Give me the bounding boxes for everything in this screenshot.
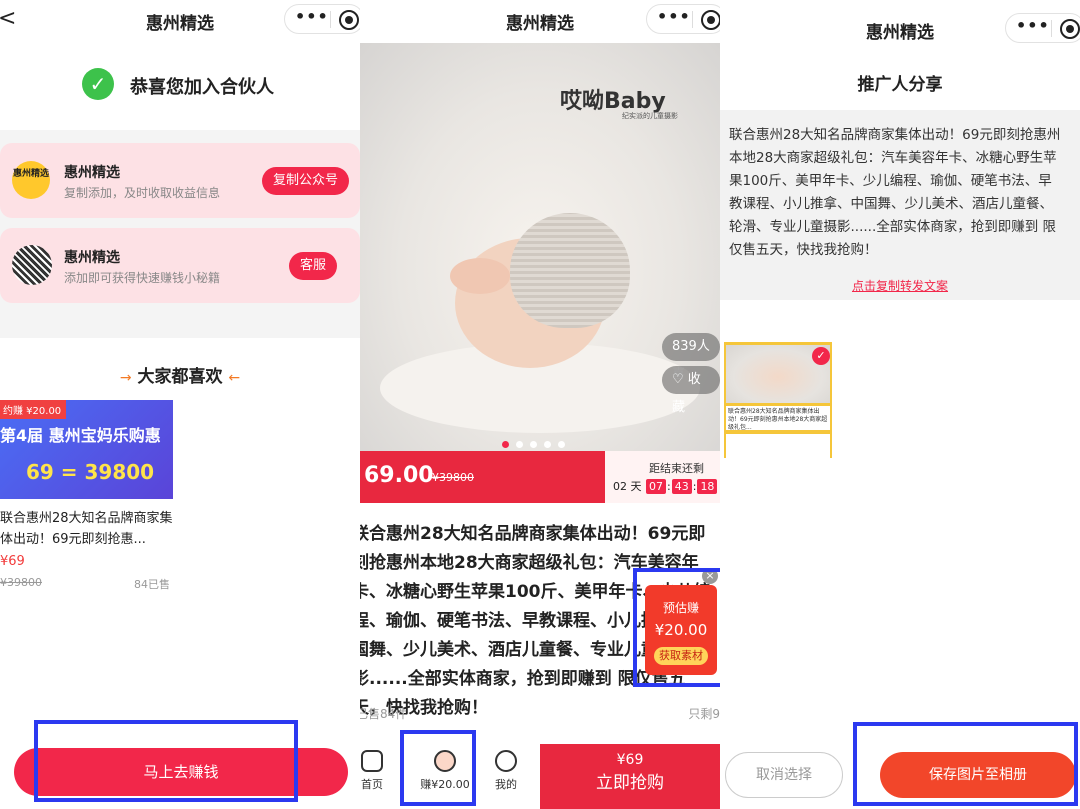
buy-now-button[interactable]: ¥69 立即抢购	[540, 744, 720, 809]
banner-price: 69 = 39800	[26, 460, 155, 484]
product-detail-screen: 惠州精选 ••• 哎呦Baby 纪实派的儿童摄影 839人喜 ♡ 收藏 69.0…	[360, 0, 720, 809]
success-banner: ✓ 恭喜您加入合伙人	[0, 40, 360, 130]
carousel-dot[interactable]	[544, 441, 551, 448]
earnings-title: 预估赚	[662, 601, 699, 615]
original-price: ¥39800	[0, 576, 42, 589]
share-copy-text: 联合惠州28大知名品牌商家集体出动！69元即刻抢惠州本地28大商家超级礼包：汽车…	[729, 127, 1061, 258]
section-title-text: 大家都喜欢	[137, 367, 223, 387]
more-icon[interactable]: •••	[1016, 16, 1050, 35]
tab-label: 我的	[495, 778, 517, 791]
thumbnail-card	[726, 434, 830, 458]
home-icon	[361, 750, 383, 772]
product-image[interactable]: 约赚 ¥20.00 第4届 惠州宝妈乐购惠 69 = 39800	[0, 400, 173, 499]
close-miniprogram-icon[interactable]	[339, 10, 359, 30]
divider	[330, 11, 331, 28]
share-title: 推广人分享	[857, 75, 943, 95]
tab-home[interactable]: 首页	[360, 750, 390, 792]
success-text: 恭喜您加入合伙人	[130, 77, 274, 98]
customer-service-button[interactable]: 客服	[289, 252, 338, 280]
more-icon[interactable]: •••	[657, 7, 691, 26]
check-icon: ✓	[82, 68, 114, 100]
divider	[1051, 20, 1052, 37]
qr-code-icon	[12, 245, 52, 285]
product-name[interactable]: 联合惠州28大知名品牌商家集体出动！69元即刻抢惠...	[0, 508, 175, 550]
buy-label: 立即抢购	[596, 773, 664, 793]
carousel-indicator[interactable]	[502, 433, 572, 452]
tab-earn[interactable]: 赚¥20.00	[412, 750, 478, 792]
card-title: 惠州精选	[64, 165, 120, 181]
carousel-dot[interactable]	[530, 441, 537, 448]
carousel-dot[interactable]	[502, 441, 509, 448]
tab-label: 赚¥20.00	[420, 778, 470, 791]
card-subtitle: 复制添加，及时收取收益信息	[64, 186, 221, 200]
arrow-left-icon: ←	[228, 370, 241, 386]
miniprogram-capsule: •••	[284, 4, 360, 34]
piggy-bank-icon	[434, 750, 456, 772]
header: 惠州精选 •••	[360, 0, 720, 40]
divider	[692, 11, 693, 28]
collect-button[interactable]: ♡ 收藏	[662, 366, 720, 415]
original-price: ¥39800	[432, 471, 474, 484]
earn-tag: 约赚 ¥20.00	[0, 400, 67, 419]
countdown: 距结束还剩 02 天 07:43:18	[605, 451, 720, 503]
views-count: 839人喜	[662, 333, 720, 382]
earnings-value: ¥20.00	[654, 621, 708, 639]
share-image-thumbnail[interactable]: 联合惠州28大知名品牌商家集体出动！69元即刻抢惠州本地28大商家超级礼包...…	[724, 342, 832, 458]
tab-label: 首页	[361, 778, 383, 791]
close-miniprogram-icon[interactable]	[1060, 19, 1080, 39]
header: < 惠州精选 •••	[0, 0, 360, 40]
photo-hat	[510, 213, 630, 328]
start-earning-button[interactable]: 马上去赚钱	[14, 748, 348, 796]
carousel-dot[interactable]	[516, 441, 523, 448]
countdown-seconds: 18	[697, 479, 718, 494]
miniprogram-capsule: •••	[1005, 13, 1080, 43]
share-copy-box: 联合惠州28大知名品牌商家集体出动！69元即刻抢惠州本地28大商家超级礼包：汽车…	[720, 110, 1080, 300]
partner-success-screen: < 惠州精选 ••• ✓ 恭喜您加入合伙人 惠州精选 惠州精选 复制添加，及时收…	[0, 0, 360, 809]
brand-logo: 惠州精选	[12, 161, 50, 199]
share-screen: 惠州精选 ••• 推广人分享 联合惠州28大知名品牌商家集体出动！69元即刻抢惠…	[720, 0, 1080, 809]
card-title: 惠州精选	[64, 250, 120, 266]
countdown-hours: 07	[646, 479, 666, 494]
tab-mine[interactable]: 我的	[490, 750, 522, 792]
sale-price: 69.00	[364, 463, 434, 488]
check-icon[interactable]: ✓	[812, 347, 830, 365]
official-account-card: 惠州精选 惠州精选 复制添加，及时收取收益信息 复制公众号	[0, 143, 360, 218]
price-bar: 69.00 ¥39800	[360, 451, 605, 503]
more-icon[interactable]: •••	[295, 7, 329, 26]
product-photo[interactable]: 哎呦Baby 纪实派的儿童摄影 839人喜 ♡ 收藏	[360, 43, 720, 451]
copy-account-button[interactable]: 复制公众号	[262, 167, 350, 195]
sold-count: 84已售	[134, 578, 170, 591]
countdown-label: 距结束还剩	[649, 462, 704, 475]
get-material-button[interactable]: 获取素材	[654, 647, 708, 665]
cancel-selection-button[interactable]: 取消选择	[725, 752, 843, 798]
countdown-minutes: 43	[671, 479, 692, 494]
user-icon	[495, 750, 517, 772]
countdown-day-unit: 天	[630, 480, 642, 493]
header: 惠州精选 •••	[720, 0, 1080, 50]
countdown-timer: 02 天 07:43:18	[613, 478, 718, 494]
card-subtitle: 添加即可获得快速赚钱小秘籍	[64, 271, 221, 285]
section-title: → 大家都喜欢 ←	[0, 362, 360, 387]
watermark-subtitle: 纪实派的儿童摄影	[622, 112, 678, 120]
carousel-dot[interactable]	[558, 441, 565, 448]
close-icon[interactable]: ×	[702, 568, 718, 584]
product-price: ¥69	[0, 554, 25, 569]
save-to-album-button[interactable]: 保存图片至相册	[880, 752, 1076, 798]
sold-count: 已售84件	[360, 707, 408, 721]
favorites-section: → 大家都喜欢 ← 约赚 ¥20.00 第4届 惠州宝妈乐购惠 69 = 398…	[0, 338, 360, 809]
customer-service-card: 惠州精选 添加即可获得快速赚钱小秘籍 客服	[0, 228, 360, 303]
miniprogram-capsule: •••	[646, 4, 720, 34]
close-miniprogram-icon[interactable]	[701, 10, 720, 30]
arrow-right-icon: →	[119, 370, 132, 386]
photo-hand	[450, 258, 510, 294]
copy-text-link[interactable]: 点击复制转发文案	[720, 277, 1080, 294]
remaining-count: 只剩9	[688, 707, 720, 721]
buy-price: ¥69	[616, 752, 644, 768]
countdown-days: 02	[613, 480, 627, 493]
estimated-earnings-popup[interactable]: 预估赚 ¥20.00 获取素材	[645, 585, 717, 675]
product-banner: 第4届 惠州宝妈乐购惠	[0, 426, 161, 445]
thumbnail-text: 联合惠州28大知名品牌商家集体出动！69元即刻抢惠州本地28大商家超级礼包...	[726, 406, 830, 431]
